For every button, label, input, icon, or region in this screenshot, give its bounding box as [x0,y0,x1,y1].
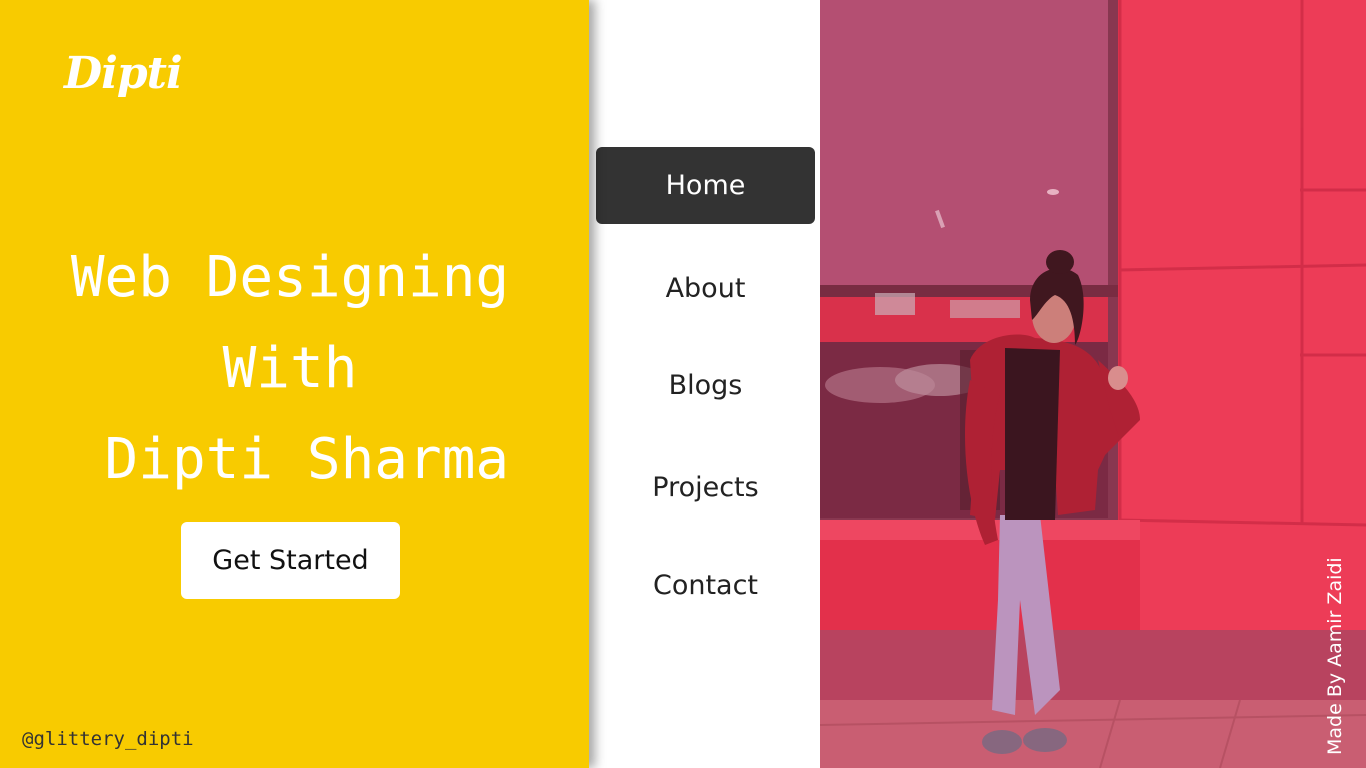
nav-item-contact[interactable]: Contact [596,547,815,624]
page: Dipti Web Designing With Dipti Sharma Ge… [0,0,1366,768]
social-handle[interactable]: @glittery_dipti [22,728,194,750]
hero-line-3: Dipti Sharma [70,427,510,492]
nav-item-about[interactable]: About [596,250,815,327]
hero-line-1: Web Designing [70,245,510,310]
nav-item-projects[interactable]: Projects [596,449,815,526]
hero-photo: Made By Aamir Zaidi [820,0,1366,768]
main-nav: Home About Blogs Projects Contact [589,0,820,768]
nav-item-blogs[interactable]: Blogs [596,347,815,424]
photo-illustration [820,0,1366,768]
hero-panel: Dipti Web Designing With Dipti Sharma Ge… [0,0,589,768]
photo-credit-wrap: Made By Aamir Zaidi [1322,545,1352,755]
hero-line-2: With [222,336,358,401]
get-started-button[interactable]: Get Started [181,522,400,599]
nav-item-home[interactable]: Home [596,147,815,224]
photo-credit: Made By Aamir Zaidi [1324,557,1346,755]
hero-heading: Web Designing With Dipti Sharma [10,232,570,505]
logo[interactable]: Dipti [64,48,183,99]
